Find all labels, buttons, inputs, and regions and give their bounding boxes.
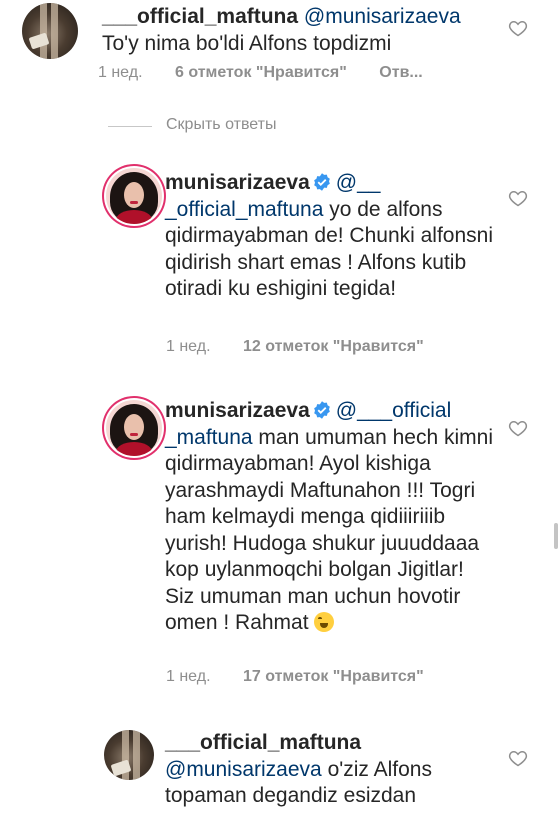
heart-icon[interactable] bbox=[508, 18, 528, 38]
reply-button[interactable]: Отв... bbox=[379, 64, 422, 81]
username[interactable]: munisarizaeva bbox=[165, 399, 310, 422]
comment-body: munisarizaeva @__ _official_maftuna yo de… bbox=[165, 170, 495, 303]
timestamp: 1 нед. bbox=[166, 338, 211, 355]
comment-body: ___official_maftuna @munisarizaeva o'ziz… bbox=[165, 730, 495, 810]
comment-meta: 1 нед. 17 отметок "Нравится" bbox=[166, 668, 424, 686]
comment-text: To'y nima bo'ldi Alfons topdizmi bbox=[102, 31, 392, 55]
timestamp: 1 нед. bbox=[166, 668, 211, 685]
comment-body: munisarizaeva @___official _maftuna man u… bbox=[165, 398, 495, 637]
comment-body: ___official_maftuna @munisarizaeva To'y … bbox=[102, 4, 522, 57]
avatar[interactable] bbox=[106, 400, 162, 456]
verified-badge-icon bbox=[313, 401, 330, 419]
heart-icon[interactable] bbox=[508, 188, 528, 208]
mention-link[interactable]: @munisarizaeva bbox=[304, 5, 461, 28]
hide-replies[interactable]: Скрыть ответы bbox=[0, 116, 560, 140]
heart-icon[interactable] bbox=[508, 418, 528, 438]
hide-replies-label[interactable]: Скрыть ответы bbox=[166, 116, 276, 134]
comment-text: man umuman hech kimni qidirmayabman! Ayo… bbox=[165, 425, 499, 635]
likes-count[interactable]: 17 отметок "Нравится" bbox=[243, 668, 424, 685]
comment-meta: 1 нед. 12 отметок "Нравится" bbox=[166, 338, 424, 356]
username[interactable]: ___official_maftuna bbox=[165, 731, 361, 754]
username[interactable]: munisarizaeva bbox=[165, 171, 310, 194]
laughing-emoji-icon bbox=[314, 612, 335, 632]
likes-count[interactable]: 6 отметок "Нравится" bbox=[175, 64, 347, 81]
scrollbar[interactable] bbox=[554, 523, 558, 549]
likes-count[interactable]: 12 отметок "Нравится" bbox=[243, 338, 424, 355]
timestamp: 1 нед. bbox=[98, 64, 143, 81]
mention-link[interactable]: @munisarizaeva bbox=[165, 758, 322, 781]
avatar[interactable] bbox=[106, 168, 162, 224]
avatar[interactable] bbox=[22, 3, 78, 59]
heart-icon[interactable] bbox=[508, 748, 528, 768]
username[interactable]: ___official_maftuna bbox=[102, 5, 298, 28]
verified-badge-icon bbox=[313, 173, 330, 191]
avatar[interactable] bbox=[104, 730, 154, 780]
comment-meta: 1 нед. 6 отметок "Нравится" Отв... bbox=[98, 64, 423, 82]
divider bbox=[108, 126, 152, 127]
